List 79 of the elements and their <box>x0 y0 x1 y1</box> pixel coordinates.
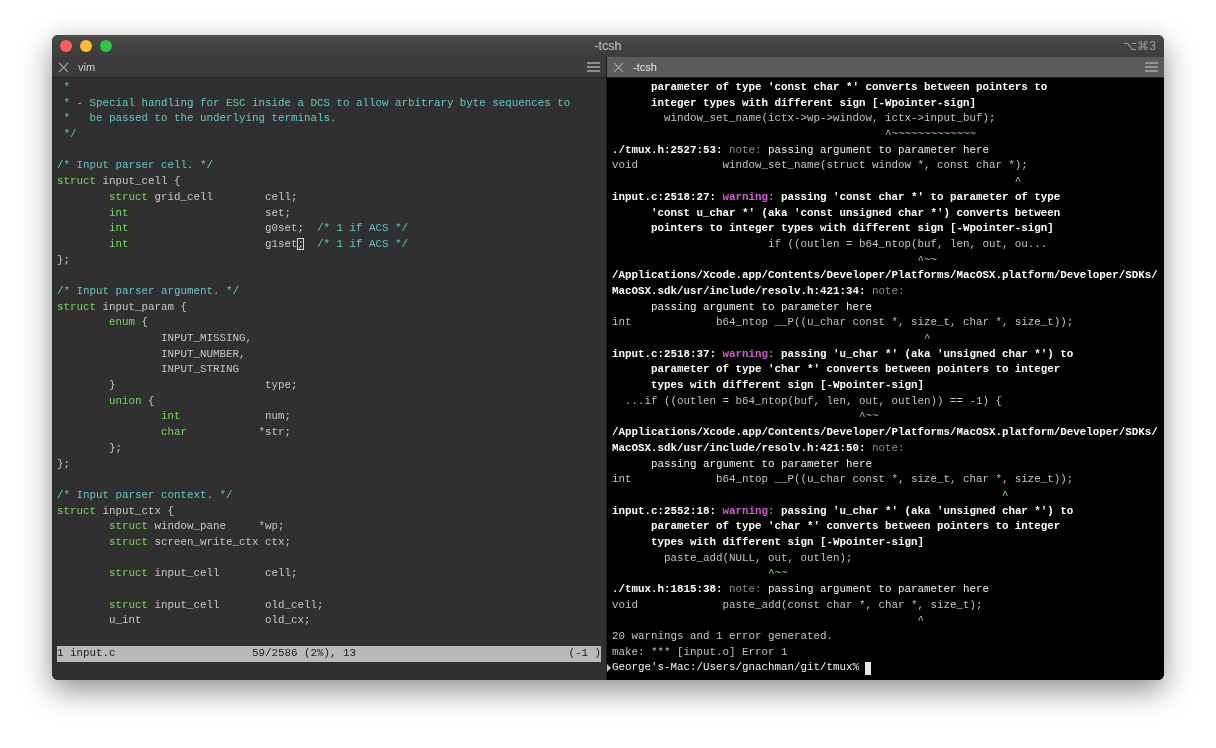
minimize-window-button[interactable] <box>80 40 92 52</box>
code-line: struct input_cell { <box>57 174 182 190</box>
code-line: enum { <box>107 315 149 331</box>
code-line: */ <box>62 127 78 143</box>
code-line: int g1set; /* 1 if ACS */ <box>107 236 409 252</box>
terminal-line: int b64_ntop __P((u_char const *, size_t, char *, size_t)); <box>612 472 1075 488</box>
code-line: char *str; <box>159 425 292 441</box>
terminal-line: void paste_add(const char *, char *, size_t); <box>612 597 984 613</box>
code-line: int num; <box>159 409 292 425</box>
terminal-line: ./tmux.h:2527:53: note: passing argument to parameter here <box>612 142 990 158</box>
prompt-text: George's-Mac:/Users/gnachman/git/tmux% <box>612 660 860 676</box>
pane-title: vim <box>78 59 96 75</box>
terminal-line: ^~~ <box>916 252 938 268</box>
code-line: /* Input parser context. */ <box>57 487 234 503</box>
code-line: * be passed to the underlying terminals. <box>62 111 338 127</box>
terminal-line: parameter of type 'char *' converts between pointers to integer <box>650 519 1062 535</box>
code-line: struct window_pane *wp; <box>107 519 286 535</box>
terminal-line: void window_set_name(struct window *, const char *); <box>612 158 1029 174</box>
code-line: struct input_cell cell; <box>107 566 299 582</box>
close-icon[interactable] <box>58 61 69 73</box>
code-line: /* Input parser cell. */ <box>57 158 214 174</box>
pane-title: -tcsh <box>633 59 657 75</box>
code-line: }; <box>57 456 71 472</box>
terminal-line: ^ <box>1013 174 1023 190</box>
code-line: struct input_cell old_cell; <box>107 597 325 613</box>
code-line: INPUT_MISSING, <box>159 331 253 346</box>
terminal-line: 'const u_char *' (aka 'const unsigned char *') converts between <box>650 205 1062 221</box>
terminal-line: /Applications/Xcode.app/Contents/Developer/Platforms/MacOSX.platform/Developer/SDKs/ <box>612 268 1159 284</box>
code-line: /* Input parser argument. */ <box>57 283 240 299</box>
terminal-line: integer types with different sign [-Wpointer-sign] <box>650 95 977 111</box>
code-line: struct grid_cell cell; <box>107 189 299 205</box>
terminal-line: passing argument to parameter here <box>650 456 873 472</box>
terminal-line: parameter of type 'char *' converts between pointers to integer <box>650 362 1062 378</box>
terminal-line: types with different sign [-Wpointer-sign] <box>650 378 925 394</box>
terminal-line: ^ <box>1000 487 1010 503</box>
close-icon[interactable] <box>613 61 624 73</box>
terminal-line: MacOSX.sdk/usr/include/resolv.h:421:34: note: <box>612 283 906 299</box>
terminal-line: int b64_ntop __P((u_char const *, size_t, char *, size_t)); <box>612 315 1075 331</box>
terminal-line: passing argument to parameter here <box>650 299 873 315</box>
code-line: }; <box>107 440 123 456</box>
terminal-line: ^~~ <box>857 409 880 425</box>
terminal-line: input.c:2518:37: warning: passing 'u_char *' (aka 'unsigned char *') to <box>612 346 1075 362</box>
code-line: u_int old_cx; <box>107 613 312 629</box>
code-line: INPUT_NUMBER, <box>159 346 247 362</box>
terminal-line: ^ <box>922 331 932 346</box>
terminal-line: window_set_name(ictx->wp->window, ictx->input_buf); <box>662 111 997 127</box>
code-line: } type; <box>107 378 299 394</box>
code-line: int set; <box>107 205 292 221</box>
code-line: int g0set; /* 1 if ACS */ <box>107 221 409 237</box>
terminal-line: 20 warnings and 1 error generated. <box>612 629 834 645</box>
terminal-line: input.c:2518:27: warning: passing 'const char *' to parameter of type <box>612 189 1062 205</box>
terminal-line: if ((outlen = b64_ntop(buf, len, out, ou... <box>766 236 1049 252</box>
terminal-line: parameter of type 'const char *' converts between pointers to <box>650 80 1049 95</box>
code-line: INPUT_STRING <box>159 362 240 378</box>
terminal-line: make: *** [input.o] Error 1 <box>612 644 789 660</box>
code-line: struct screen_write_ctx ctx; <box>107 534 292 550</box>
terminal-line: pointers to integer types with different sign [-Wpointer-sign] <box>650 221 1055 237</box>
terminal-line: ^~~~~~~~~~~~~~ <box>883 127 977 143</box>
code-line: union { <box>107 393 156 409</box>
zoom-window-button[interactable] <box>100 40 112 52</box>
menu-icon[interactable] <box>587 62 600 72</box>
terminal-line: MacOSX.sdk/usr/include/resolv.h:421:50: note: <box>612 440 906 456</box>
code-line: }; <box>57 252 71 268</box>
code-line: struct input_param { <box>57 299 188 315</box>
menu-icon[interactable] <box>1145 62 1158 72</box>
close-window-button[interactable] <box>60 40 72 52</box>
code-line: * - Special handling for ESC inside a DCS to allow arbitrary byte sequences to <box>62 95 572 111</box>
terminal-line: paste_add(NULL, out, outlen); <box>662 550 854 566</box>
terminal-line: ^ <box>916 613 925 629</box>
code-line: * <box>62 80 71 95</box>
terminal-line: /Applications/Xcode.app/Contents/Developer/Platforms/MacOSX.platform/Developer/SDKs/ <box>612 425 1159 441</box>
keyboard-shortcut: ⌥⌘3 <box>1123 38 1156 55</box>
terminal-line: input.c:2552:18: warning: passing 'u_char *' (aka 'unsigned char *') to <box>612 503 1075 519</box>
terminal-line: ./tmux.h:1815:38: note: passing argument to parameter here <box>612 582 990 597</box>
code-line: struct input_ctx { <box>57 503 175 519</box>
terminal-line: types with different sign [-Wpointer-sign] <box>650 534 925 550</box>
terminal-line: ^~~ <box>766 566 789 582</box>
window-title: -tcsh <box>594 38 622 53</box>
terminal-line: ...if ((outlen = b64_ntop(buf, len, out, outlen)) == -1) { <box>624 393 1003 409</box>
